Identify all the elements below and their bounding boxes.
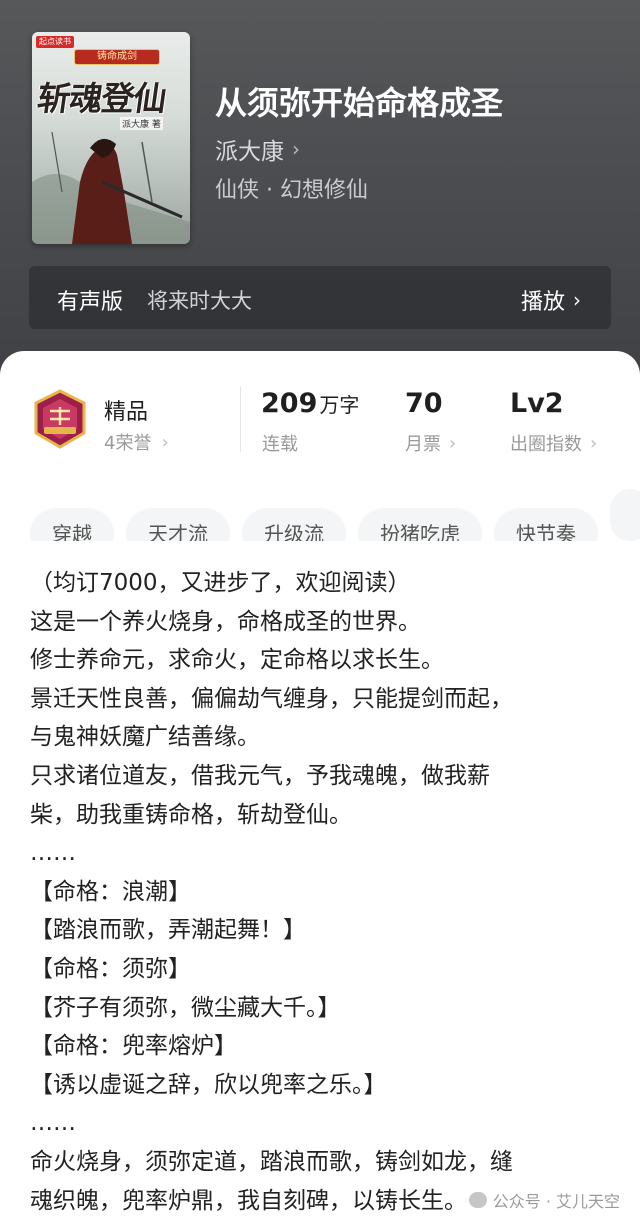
synopsis-line: 景迁天性良善，偏偏劫气缠身，只能提剑而起， (30, 685, 513, 712)
synopsis-line: 只求诸位道友，借我元气，予我魂魄，做我薪 (30, 762, 490, 789)
synopsis-line: （均订7000，又进步了，欢迎阅读） (30, 570, 411, 596)
author-link[interactable]: 派大康 › (215, 132, 300, 166)
premium-badge-icon (30, 389, 90, 449)
monthly-votes-label: 月票 (405, 434, 441, 455)
chevron-right-icon: › (292, 137, 300, 161)
audio-edition-label: 有声版 (57, 290, 124, 315)
index-label: 出圈指数 (510, 434, 582, 455)
serial-status: 连载 (262, 430, 298, 456)
synopsis-line: 【诱以虚诞之辞，欣以兜率之乐。】 (30, 1071, 387, 1098)
chevron-right-icon: › (590, 432, 598, 454)
genre-label[interactable]: 仙侠 · 幻想修仙 (215, 172, 368, 204)
chevron-right-icon: › (161, 431, 169, 453)
play-button[interactable]: 播放 › (521, 284, 581, 316)
book-cover[interactable]: 起点读书 铸命成剑 斩魂登仙 派大康 著 (32, 32, 190, 244)
book-title: 从须弥开始命格成圣 (215, 84, 504, 122)
watermark: 公众号 · 艾儿天空 (468, 1188, 620, 1212)
synopsis-line: …… (30, 1110, 76, 1137)
stats-divider (240, 386, 241, 452)
index-level: Lv2 (510, 388, 564, 419)
cover-illustration (32, 131, 190, 244)
tag-chip-overflow[interactable] (610, 489, 640, 541)
wechat-icon (468, 1192, 487, 1208)
tag-chip[interactable]: 穿越 (30, 508, 114, 541)
audio-edition-bar[interactable]: 有声版 将来时大大 播放 › (29, 266, 611, 329)
stats-row: 精品 4荣誉 › 209 万字 连载 70 月票 › Lv2 出圈指数 › (0, 376, 640, 466)
synopsis-line: 【芥子有须弥，微尘藏大千。】 (30, 994, 341, 1021)
tag-chip[interactable]: 快节奏 (494, 508, 598, 541)
word-count: 209 万字 (261, 388, 359, 419)
honors-count: 4荣誉 (104, 433, 152, 454)
chevron-right-icon: › (449, 432, 457, 454)
cover-publisher-logo: 起点读书 (36, 36, 74, 48)
watermark-text: 公众号 · 艾儿天空 (492, 1192, 620, 1211)
synopsis-line: 柴，助我重铸命格，斩劫登仙。 (30, 801, 352, 828)
monthly-votes-number: 70 (405, 388, 443, 419)
synopsis-line: 命火烧身，须弥定道，踏浪而歌，铸剑如龙，缝 (30, 1148, 513, 1175)
monthly-votes-link[interactable]: 月票 › (405, 430, 456, 456)
tag-chip[interactable]: 升级流 (242, 508, 346, 541)
book-header: 起点读书 铸命成剑 斩魂登仙 派大康 著 从须弥开始命格成圣 派大康 › 仙侠 … (0, 0, 640, 380)
index-link[interactable]: 出圈指数 › (510, 430, 597, 456)
synopsis-line: 【命格：兜率熔炉】 (30, 1033, 237, 1060)
synopsis-line: 【命格：浪潮】 (30, 878, 191, 905)
synopsis: （均订7000，又进步了，欢迎阅读） 这是一个养火烧身，命格成圣的世界。 修士养… (30, 564, 610, 1220)
quality-label: 精品 (104, 400, 149, 425)
honors-link[interactable]: 4荣誉 › (104, 429, 169, 455)
cover-title: 斩魂登仙 (34, 79, 169, 118)
play-label: 播放 (520, 290, 565, 315)
synopsis-line: 与鬼神妖魔广结善缘。 (30, 724, 260, 751)
author-name: 派大康 (215, 139, 284, 165)
serial-status-label: 连载 (262, 434, 298, 455)
cover-badge: 铸命成剑 (74, 49, 160, 65)
chevron-right-icon: › (573, 288, 581, 312)
word-count-unit: 万字 (319, 393, 360, 417)
synopsis-line: …… (30, 840, 76, 867)
synopsis-line: 这是一个养火烧身，命格成圣的世界。 (30, 608, 421, 635)
synopsis-line: 【命格：须弥】 (30, 955, 191, 982)
tag-chip[interactable]: 扮猪吃虎 (358, 508, 482, 541)
audio-narrator: 将来时大大 (147, 289, 252, 313)
book-detail-card: 精品 4荣誉 › 209 万字 连载 70 月票 › Lv2 出圈指数 › 穿越天… (0, 351, 640, 1227)
word-count-number: 209 (261, 388, 318, 419)
tag-list: 穿越 天才流 升级流 扮猪吃虎 快节奏 (30, 489, 640, 541)
synopsis-line: 【踏浪而歌，弄潮起舞！】 (30, 917, 306, 944)
tag-chip[interactable]: 天才流 (126, 508, 230, 541)
synopsis-line: 修士养命元，求命火，定命格以求长生。 (30, 647, 444, 674)
